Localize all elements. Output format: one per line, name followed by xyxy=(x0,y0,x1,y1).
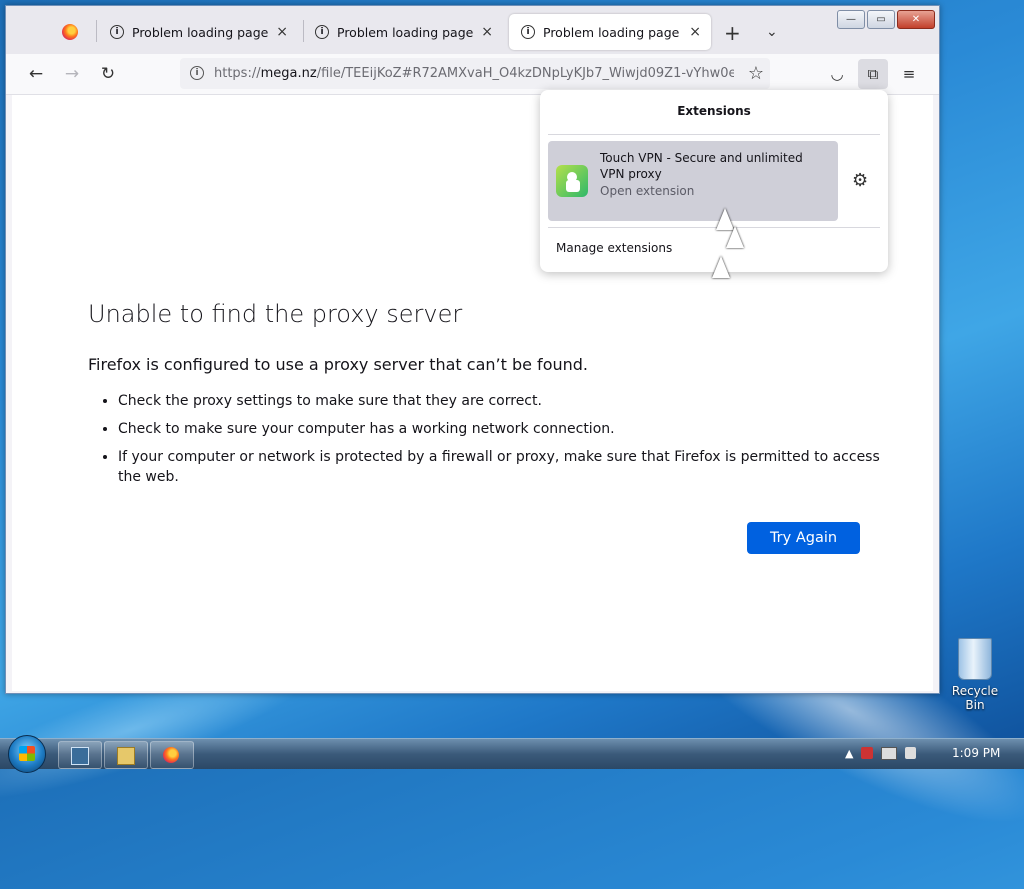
volume-icon[interactable] xyxy=(905,747,917,759)
show-hidden-icons-button[interactable]: ▲ xyxy=(845,747,853,760)
folder-icon xyxy=(117,747,135,765)
url-text[interactable]: https://mega.nz/file/TEEijKoZ#R72AMXvaH_… xyxy=(214,66,734,81)
app-menu-icon[interactable]: ≡ xyxy=(898,63,920,85)
error-subtitle: Firefox is configured to use a proxy ser… xyxy=(88,355,588,374)
close-button[interactable]: ✕ xyxy=(897,10,935,29)
tab-close-icon[interactable]: × xyxy=(481,24,493,40)
site-info-icon[interactable]: i xyxy=(190,66,204,80)
new-tab-button[interactable]: + xyxy=(724,23,741,43)
maximize-button[interactable]: ▭ xyxy=(867,10,895,29)
extension-item-touch-vpn[interactable]: Touch VPN - Secure and unlimited VPN pro… xyxy=(548,141,838,221)
extensions-puzzle-icon[interactable]: ⧉ xyxy=(858,59,888,89)
tab-label: Problem loading page xyxy=(132,24,269,40)
recycle-bin-desktop-icon[interactable]: Recycle Bin xyxy=(944,638,1006,712)
url-scheme: https:// xyxy=(214,66,261,81)
extension-action: Open extension xyxy=(600,184,695,198)
mouse-cursor-icon xyxy=(712,256,730,278)
reload-button[interactable]: ↻ xyxy=(96,62,120,86)
tab-3-active[interactable]: i Problem loading page × xyxy=(509,14,711,50)
suggestion-item: If your computer or network is protected… xyxy=(118,447,898,487)
tab-separator xyxy=(96,20,97,42)
url-bar[interactable]: i https://mega.nz/file/TEEijKoZ#R72AMXva… xyxy=(180,58,770,89)
panel-divider xyxy=(548,227,880,228)
panel-title: Extensions xyxy=(677,104,751,118)
forward-button[interactable]: → xyxy=(60,62,84,86)
list-all-tabs-button[interactable]: ⌄ xyxy=(766,24,778,40)
pocket-icon[interactable]: ◡ xyxy=(826,63,848,85)
error-suggestions: Check the proxy settings to make sure th… xyxy=(88,391,898,495)
recycle-bin-label: Recycle Bin xyxy=(951,684,999,712)
start-button[interactable] xyxy=(8,735,46,773)
tab-1[interactable]: i Problem loading page × xyxy=(98,14,298,50)
extensions-panel: Extensions Touch VPN - Secure and unlimi… xyxy=(540,90,888,272)
taskbar-server-manager[interactable] xyxy=(58,741,102,769)
info-icon: i xyxy=(315,25,329,39)
clock[interactable]: 1:09 PM xyxy=(952,746,1000,760)
manage-extensions-link[interactable]: Manage extensions xyxy=(556,241,672,255)
tab-close-icon[interactable]: × xyxy=(276,24,288,40)
error-title: Unable to find the proxy server xyxy=(88,300,463,328)
navigation-toolbar: ← → ↻ i https://mega.nz/file/TEEijKoZ#R7… xyxy=(6,54,939,95)
tab-2[interactable]: i Problem loading page × xyxy=(303,14,503,50)
info-icon: i xyxy=(110,25,124,39)
server-manager-icon xyxy=(71,747,89,765)
windows-logo-icon xyxy=(19,746,35,761)
panel-divider xyxy=(548,134,880,135)
system-tray: ▲ xyxy=(845,747,917,760)
action-center-flag-icon[interactable] xyxy=(861,747,874,759)
window-controls: — ▭ ✕ xyxy=(837,10,935,29)
bookmark-star-icon[interactable]: ☆ xyxy=(748,63,764,84)
suggestion-item: Check to make sure your computer has a w… xyxy=(118,419,898,439)
tab-label: Problem loading page xyxy=(543,24,680,40)
network-icon[interactable] xyxy=(881,747,898,760)
firefox-icon xyxy=(163,747,179,763)
suggestion-item: Check the proxy settings to make sure th… xyxy=(118,391,898,411)
try-again-button[interactable]: Try Again xyxy=(747,522,860,554)
recycle-bin-icon xyxy=(958,638,992,680)
taskbar: ▲ 1:09 PM xyxy=(0,735,1024,773)
touch-vpn-logo-icon xyxy=(556,165,588,197)
taskbar-explorer[interactable] xyxy=(104,741,148,769)
extension-settings-gear-icon[interactable]: ⚙ xyxy=(852,170,868,191)
minimize-button[interactable]: — xyxy=(837,10,865,29)
url-path: /file/TEEijKoZ#R72AMXvaH_O4kzDNpLyKJb7_W… xyxy=(316,66,734,81)
mouse-cursor-icon xyxy=(726,226,744,248)
back-button[interactable]: ← xyxy=(24,62,48,86)
taskbar-firefox[interactable] xyxy=(150,741,194,769)
tab-label: Problem loading page xyxy=(337,24,474,40)
url-host: mega.nz xyxy=(260,66,317,81)
firefox-view-icon[interactable] xyxy=(62,24,78,40)
tab-close-icon[interactable]: × xyxy=(689,24,701,40)
extension-name: Touch VPN - Secure and unlimited VPN pro… xyxy=(600,151,803,181)
info-icon: i xyxy=(521,25,535,39)
tab-bar: i Problem loading page × i Problem loadi… xyxy=(6,6,939,54)
